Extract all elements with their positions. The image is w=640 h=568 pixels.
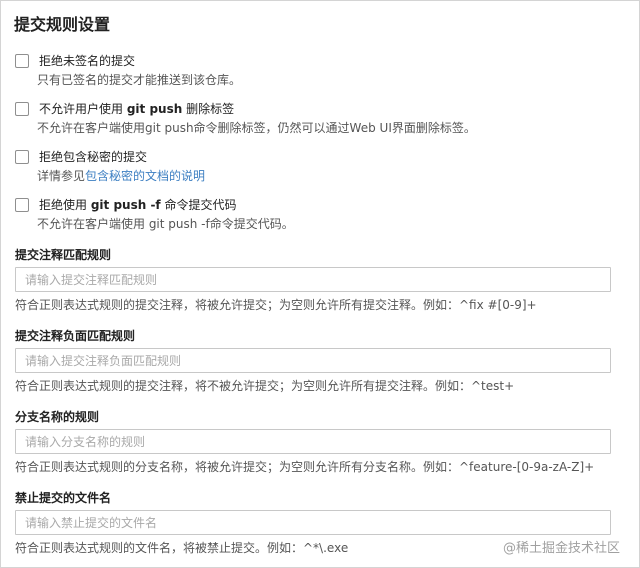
checkbox-label: 拒绝未签名的提交 xyxy=(39,54,136,68)
branch-name-rule-hint: 符合正则表达式规则的分支名称，将被允许提交；为空则允许所有分支名称。例如：^fe… xyxy=(15,460,595,474)
checkbox-description: 不允许在客户端使用 git push -f命令提交代码。 xyxy=(37,217,294,231)
commit-message-negative-rule-title: 提交注释负面匹配规则 xyxy=(15,329,136,343)
reject-force-push-checkbox[interactable] xyxy=(15,198,29,212)
settings-panel: 提交规则设置 拒绝未签名的提交 只有已签名的提交才能推送到该仓库。 不允许用户使… xyxy=(0,0,640,568)
page-title: 提交规则设置 xyxy=(14,15,111,34)
reject-unsigned-checkbox[interactable] xyxy=(15,54,29,68)
checkbox-description: 不允许在客户端使用git push命令删除标签，仍然可以通过Web UI界面删除… xyxy=(37,121,476,135)
forbidden-filename-rule-input[interactable] xyxy=(15,510,611,535)
commit-message-negative-rule-input[interactable] xyxy=(15,348,611,373)
branch-name-rule-title: 分支名称的规则 xyxy=(15,410,100,424)
watermark: @稀土掘金技术社区 xyxy=(503,541,621,556)
checkbox-description: 详情参见包含秘密的文档的说明 xyxy=(37,169,206,183)
secrets-doc-link[interactable]: 包含秘密的文档的说明 xyxy=(85,169,205,183)
checkbox-label: 不允许用户使用 git push 删除标签 xyxy=(39,102,235,116)
forbidden-filename-rule-title: 禁止提交的文件名 xyxy=(15,491,112,505)
forbidden-filename-rule-hint: 符合正则表达式规则的文件名，将被禁止提交。例如：^*\.exe xyxy=(15,541,349,555)
commit-message-rule-hint: 符合正则表达式规则的提交注释，将被允许提交；为空则允许所有提交注释。例如：^fi… xyxy=(15,298,537,312)
commit-message-rule-input[interactable] xyxy=(15,267,611,292)
branch-name-rule-input[interactable] xyxy=(15,429,611,454)
checkbox-label: 拒绝包含秘密的提交 xyxy=(39,150,148,164)
commit-message-rule-title: 提交注释匹配规则 xyxy=(15,248,112,262)
commit-message-negative-rule-hint: 符合正则表达式规则的提交注释，将不被允许提交；为空则允许所有提交注释。例如：^t… xyxy=(15,379,515,393)
checkbox-description: 只有已签名的提交才能推送到该仓库。 xyxy=(37,73,242,87)
no-delete-tag-checkbox[interactable] xyxy=(15,102,29,116)
reject-secrets-checkbox[interactable] xyxy=(15,150,29,164)
checkbox-label: 拒绝使用 git push -f 命令提交代码 xyxy=(39,198,237,212)
